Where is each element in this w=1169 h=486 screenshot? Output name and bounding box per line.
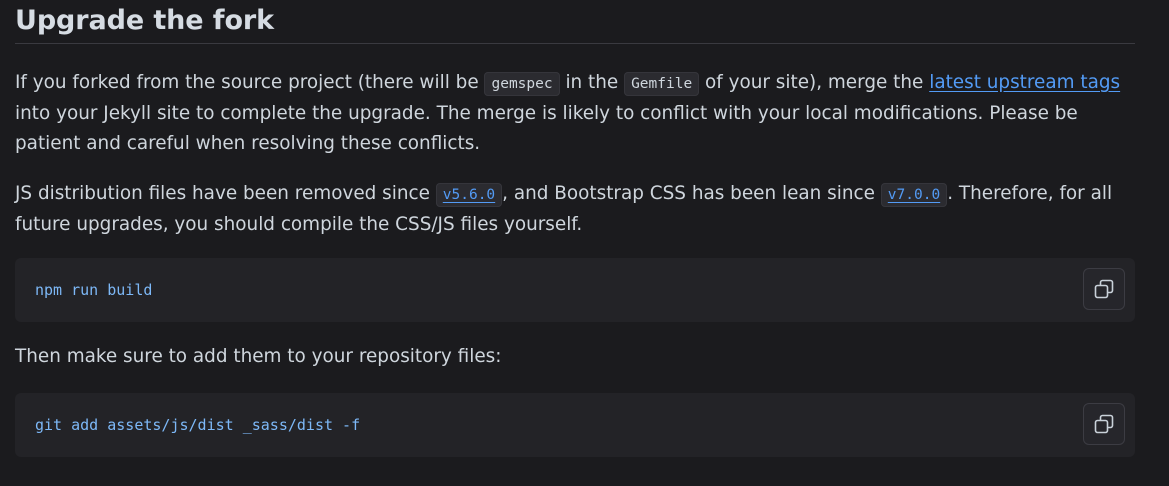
latest-upstream-tags-link[interactable]: latest upstream tags [929,72,1120,93]
article-section: Upgrade the fork If you forked from the … [0,0,1169,486]
paragraph-fork-upgrade: If you forked from the source project (t… [15,68,1135,159]
inline-code-v7-0-0: v7.0.0 [880,183,948,207]
copy-button[interactable] [1083,268,1125,310]
inline-code-gemspec: gemspec [484,72,560,96]
paragraph-text: in the [559,72,625,93]
inline-code-gemfile: Gemfile [624,72,700,96]
copy-button[interactable] [1083,403,1125,445]
paragraph-text: JS distribution files have been removed … [15,183,436,204]
paragraph-text: of your site), merge the [699,72,930,93]
code-line: git add assets/js/dist _sass/dist -f [35,416,361,434]
inline-code-v5-6-0: v5.6.0 [435,183,503,207]
version-link-v7-0-0[interactable]: v7.0.0 [880,183,948,207]
copy-icon [1094,414,1114,434]
paragraph-js-distribution: JS distribution files have been removed … [15,179,1135,240]
code-line: npm run build [35,281,153,299]
version-link-v5-6-0[interactable]: v5.6.0 [435,183,503,207]
code-block-build: npm run build [15,258,1135,322]
section-heading: Upgrade the fork [15,0,1135,44]
copy-icon [1094,279,1114,299]
paragraph-text: , and Bootstrap CSS has been lean since [502,183,881,204]
paragraph-text: into your Jekyll site to complete the up… [15,103,1078,154]
code-block-git-add: git add assets/js/dist _sass/dist -f [15,393,1135,457]
paragraph-add-files: Then make sure to add them to your repos… [15,346,502,367]
paragraph-text: If you forked from the source project (t… [15,72,485,93]
